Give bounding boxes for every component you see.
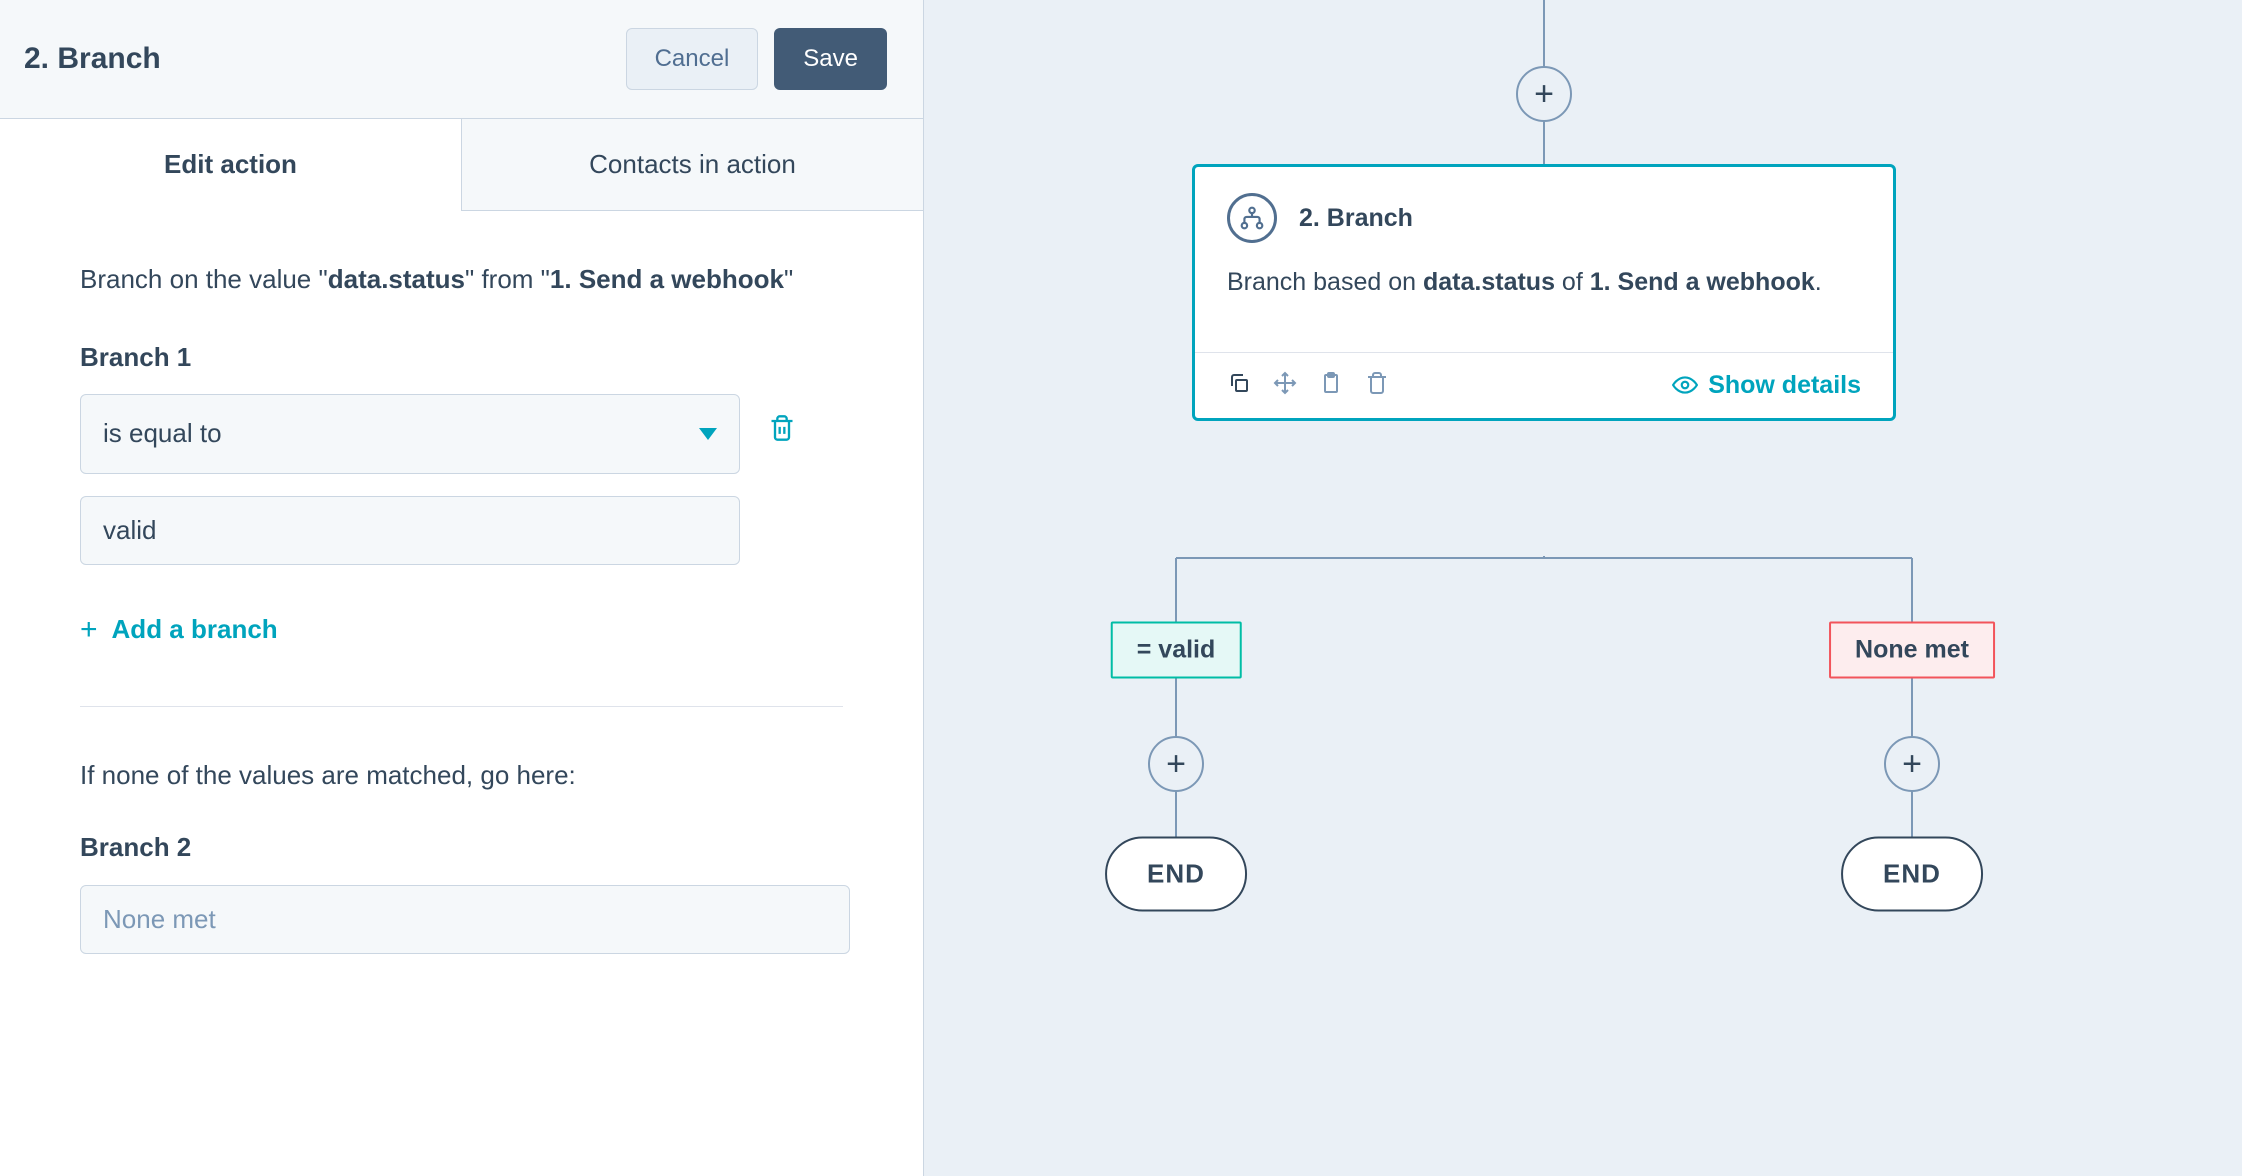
add-step-valid-branch[interactable]: + [1148, 736, 1204, 792]
branch-card-body: Branch based on data.status of 1. Send a… [1195, 247, 1893, 352]
card-body-field: data.status [1423, 268, 1555, 296]
clipboard-icon [1319, 371, 1343, 395]
trash-icon [768, 412, 796, 444]
delete-node-button[interactable] [1365, 371, 1389, 400]
panel-tabs: Edit action Contacts in action [0, 119, 923, 211]
add-branch-button[interactable]: + Add a branch [80, 609, 843, 651]
panel-title: 2. Branch [24, 42, 161, 76]
move-icon [1273, 371, 1297, 395]
branch1-operator-row: is equal to [80, 394, 843, 474]
tab-edit-action[interactable]: Edit action [0, 119, 461, 211]
desc-field: data.status [328, 264, 465, 294]
add-step-none-branch[interactable]: + [1884, 736, 1940, 792]
branch2-name-input[interactable] [80, 885, 850, 954]
branch-card-toolbar: Show details [1195, 352, 1893, 418]
show-details-label: Show details [1708, 371, 1861, 400]
branch-card-header: 2. Branch [1195, 167, 1893, 247]
desc-post: " [784, 264, 793, 294]
card-body-pre: Branch based on [1227, 268, 1423, 296]
eye-icon [1672, 372, 1698, 398]
panel-header-buttons: Cancel Save [626, 28, 887, 90]
fallback-description: If none of the values are matched, go he… [80, 755, 843, 797]
add-step-top[interactable]: + [1516, 66, 1572, 122]
divider [80, 706, 843, 707]
plus-icon: + [1902, 745, 1922, 784]
card-body-post: . [1815, 268, 1822, 296]
end-node-none: END [1841, 837, 1983, 912]
chevron-down-icon [699, 428, 717, 440]
trash-icon [1365, 371, 1389, 395]
side-panel: 2. Branch Cancel Save Edit action Contac… [0, 0, 924, 1176]
branch1-value-input[interactable] [80, 496, 740, 565]
delete-branch-button[interactable] [768, 412, 796, 457]
operator-select[interactable]: is equal to [80, 394, 740, 474]
branch-description: Branch on the value "data.status" from "… [80, 259, 843, 301]
panel-header: 2. Branch Cancel Save [0, 0, 923, 119]
plus-icon: + [1166, 745, 1186, 784]
add-branch-label: Add a branch [112, 609, 278, 651]
show-details-button[interactable]: Show details [1672, 371, 1861, 400]
move-button[interactable] [1273, 371, 1297, 400]
plus-icon: + [1534, 75, 1554, 114]
workflow-canvas[interactable]: + 2. Branch Branch based on data.status … [924, 0, 2242, 1176]
plus-icon: + [80, 615, 98, 645]
save-button[interactable]: Save [774, 28, 887, 90]
end-node-valid: END [1105, 837, 1247, 912]
panel-body: Branch on the value "data.status" from "… [0, 211, 923, 1046]
branch-path-none-met[interactable]: None met [1829, 622, 1995, 679]
branch-icon [1227, 193, 1277, 243]
card-body-mid: of [1555, 268, 1590, 296]
tab-contacts-in-action[interactable]: Contacts in action [461, 119, 923, 211]
copy-icon [1227, 371, 1251, 395]
clipboard-button[interactable] [1319, 371, 1343, 400]
clone-button[interactable] [1227, 371, 1251, 400]
desc-source: 1. Send a webhook [550, 264, 784, 294]
branch-card-title: 2. Branch [1299, 204, 1413, 233]
cancel-button[interactable]: Cancel [626, 28, 759, 90]
branch2-label: Branch 2 [80, 827, 843, 869]
card-body-source: 1. Send a webhook [1590, 268, 1815, 296]
desc-mid: " from " [465, 264, 550, 294]
branch-node-card[interactable]: 2. Branch Branch based on data.status of… [1192, 164, 1896, 421]
branch-path-valid[interactable]: = valid [1111, 622, 1242, 679]
branch1-label: Branch 1 [80, 337, 843, 379]
desc-pre: Branch on the value " [80, 264, 328, 294]
operator-select-value: is equal to [103, 413, 222, 455]
